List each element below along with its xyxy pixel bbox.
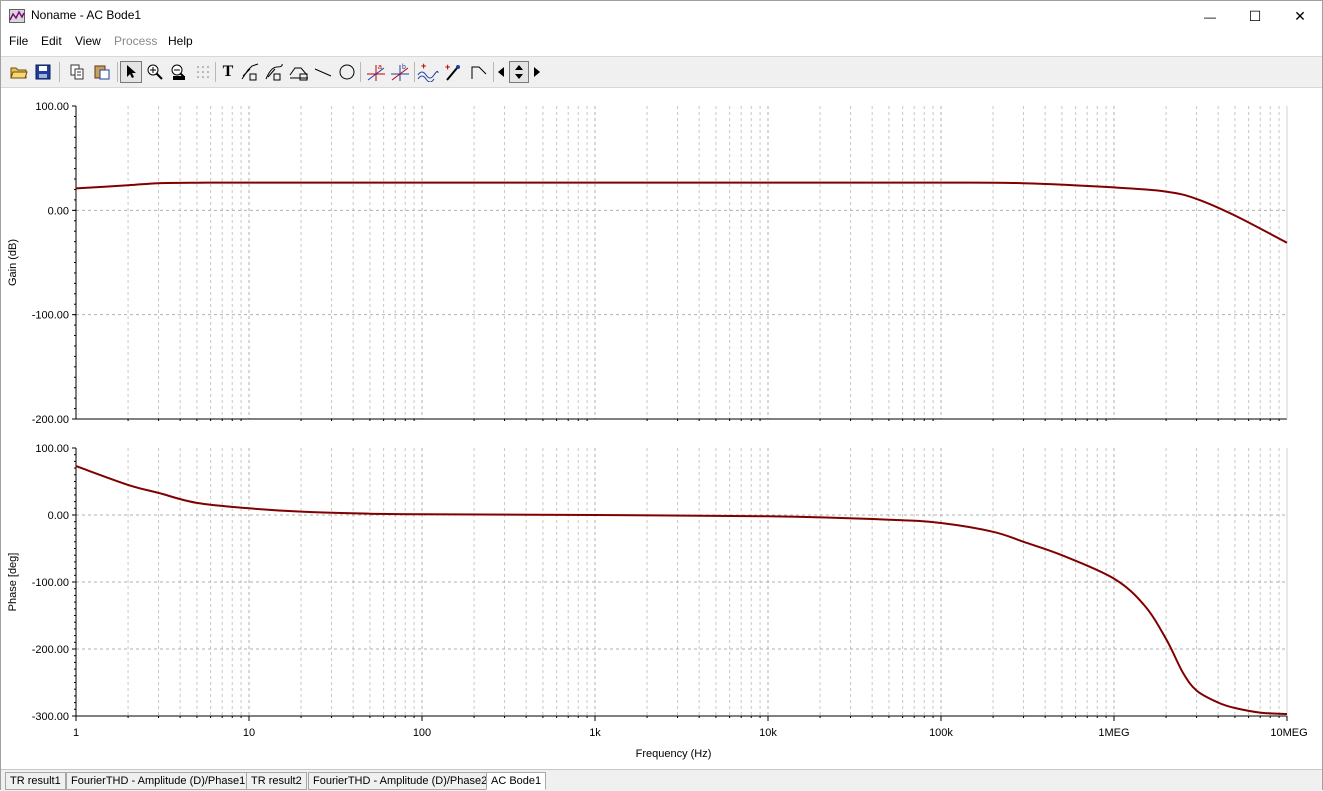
phase-xtick-label: 1MEG — [1098, 727, 1129, 739]
bode-plot-area[interactable]: 100.00 0.00 -100.00 -200.00 Gain (dB) 100.00 0… — [1, 90, 1322, 766]
gain-ytick-label: 0.00 — [48, 205, 69, 217]
menu-file[interactable]: File — [9, 34, 28, 48]
toolbar-separator — [215, 62, 216, 82]
phase-xlabel: Frequency (Hz) — [636, 748, 712, 760]
phase-xtick-label: 1k — [589, 727, 601, 739]
zoom-in-icon[interactable] — [144, 61, 166, 83]
svg-text:+: + — [445, 62, 450, 72]
close-icon: ✕ — [1294, 8, 1306, 24]
add-marker-icon[interactable]: + — [442, 61, 464, 83]
arrow-right-icon[interactable] — [530, 61, 544, 83]
cursor-b-icon[interactable]: b — [389, 61, 411, 83]
arrow-left-icon[interactable] — [494, 61, 508, 83]
toolbar-separator — [414, 62, 415, 82]
phase-ytick-label: -300.00 — [32, 711, 69, 723]
tab-tr-result1[interactable]: TR result1 — [5, 772, 66, 790]
bode-plot[interactable]: 100.00 0.00 -100.00 -200.00 Gain (dB) 100.00 0… — [1, 90, 1322, 766]
maximize-icon: ☐ — [1248, 8, 1262, 24]
curve-tool-2-icon[interactable] — [263, 61, 285, 83]
menu-bar: File Edit View Process Help — [1, 32, 1322, 52]
svg-text:a: a — [378, 64, 382, 71]
app-logo-icon — [9, 8, 25, 24]
phase-series-line — [75, 465, 1288, 715]
curve-tool-1-icon[interactable] — [239, 61, 261, 83]
copy-icon[interactable] — [66, 61, 88, 83]
toolbar-separator — [117, 62, 118, 82]
grid-dots-icon[interactable] — [192, 61, 214, 83]
phase-xtick-label: 100 — [413, 727, 431, 739]
svg-text:b: b — [402, 64, 406, 71]
toolbar-separator — [360, 62, 361, 82]
curve-tool-3-icon[interactable] — [288, 61, 310, 83]
pointer-icon[interactable] — [120, 61, 142, 83]
menu-view[interactable]: View — [75, 34, 101, 48]
phase-xtick-label: 1 — [73, 727, 79, 739]
tab-tr-result2[interactable]: TR result2 — [246, 772, 307, 790]
toolbar-separator — [59, 62, 60, 82]
phase-ylabel: Phase [deg] — [7, 553, 19, 612]
bend-icon[interactable] — [468, 61, 490, 83]
line-tool-icon[interactable] — [312, 61, 334, 83]
title-bar[interactable]: Noname - AC Bode1 — ☐ ✕ — [1, 1, 1322, 32]
toolbar: T a b + + — [1, 56, 1322, 88]
save-icon[interactable] — [32, 61, 54, 83]
phase-xtick-label: 10 — [243, 727, 255, 739]
phase-ytick-label: 100.00 — [35, 443, 69, 455]
result-tabs: TR result1 FourierTHD - Amplitude (D)/Ph… — [1, 769, 1322, 791]
text-tool-label: T — [222, 63, 234, 80]
arrow-updown-icon[interactable] — [509, 61, 529, 83]
paste-icon[interactable] — [91, 61, 113, 83]
gain-ytick-label: -100.00 — [32, 310, 69, 322]
maximize-button[interactable]: ☐ — [1232, 1, 1278, 32]
gain-ytick-label: 100.00 — [35, 101, 69, 113]
minimize-button[interactable]: — — [1187, 1, 1233, 32]
tab-fourier-thd-phase2[interactable]: FourierTHD - Amplitude (D)/Phase2 — [308, 772, 493, 790]
close-button[interactable]: ✕ — [1277, 1, 1323, 32]
tab-ac-bode1[interactable]: AC Bode1 — [486, 772, 547, 790]
phase-xtick-label: 10k — [759, 727, 777, 739]
phase-ytick-label: -100.00 — [32, 577, 69, 589]
gain-ytick-label: -200.00 — [32, 414, 69, 426]
phase-ytick-label: 0.00 — [48, 510, 69, 522]
phase-xtick-label: 100k — [929, 727, 953, 739]
tab-fourier-thd-phase1[interactable]: FourierTHD - Amplitude (D)/Phase1 — [66, 772, 251, 790]
circle-tool-icon[interactable] — [336, 61, 358, 83]
menu-process[interactable]: Process — [114, 34, 157, 48]
add-wave-icon[interactable]: + — [417, 61, 439, 83]
app-window: Noname - AC Bode1 — ☐ ✕ File Edit View P… — [0, 0, 1323, 791]
minimize-icon: — — [1204, 9, 1216, 24]
gain-series-line — [75, 181, 1288, 244]
svg-text:+: + — [421, 62, 426, 71]
text-tool-icon[interactable]: T — [217, 61, 239, 83]
gain-ylabel: Gain (dB) — [7, 239, 19, 286]
cursor-a-icon[interactable]: a — [365, 61, 387, 83]
zoom-100-icon[interactable] — [168, 61, 190, 83]
window-title: Noname - AC Bode1 — [31, 8, 142, 22]
phase-ytick-label: -200.00 — [32, 644, 69, 656]
menu-help[interactable]: Help — [168, 34, 193, 48]
phase-xtick-label: 10MEG — [1270, 727, 1307, 739]
menu-edit[interactable]: Edit — [41, 34, 62, 48]
open-folder-icon[interactable] — [8, 61, 30, 83]
